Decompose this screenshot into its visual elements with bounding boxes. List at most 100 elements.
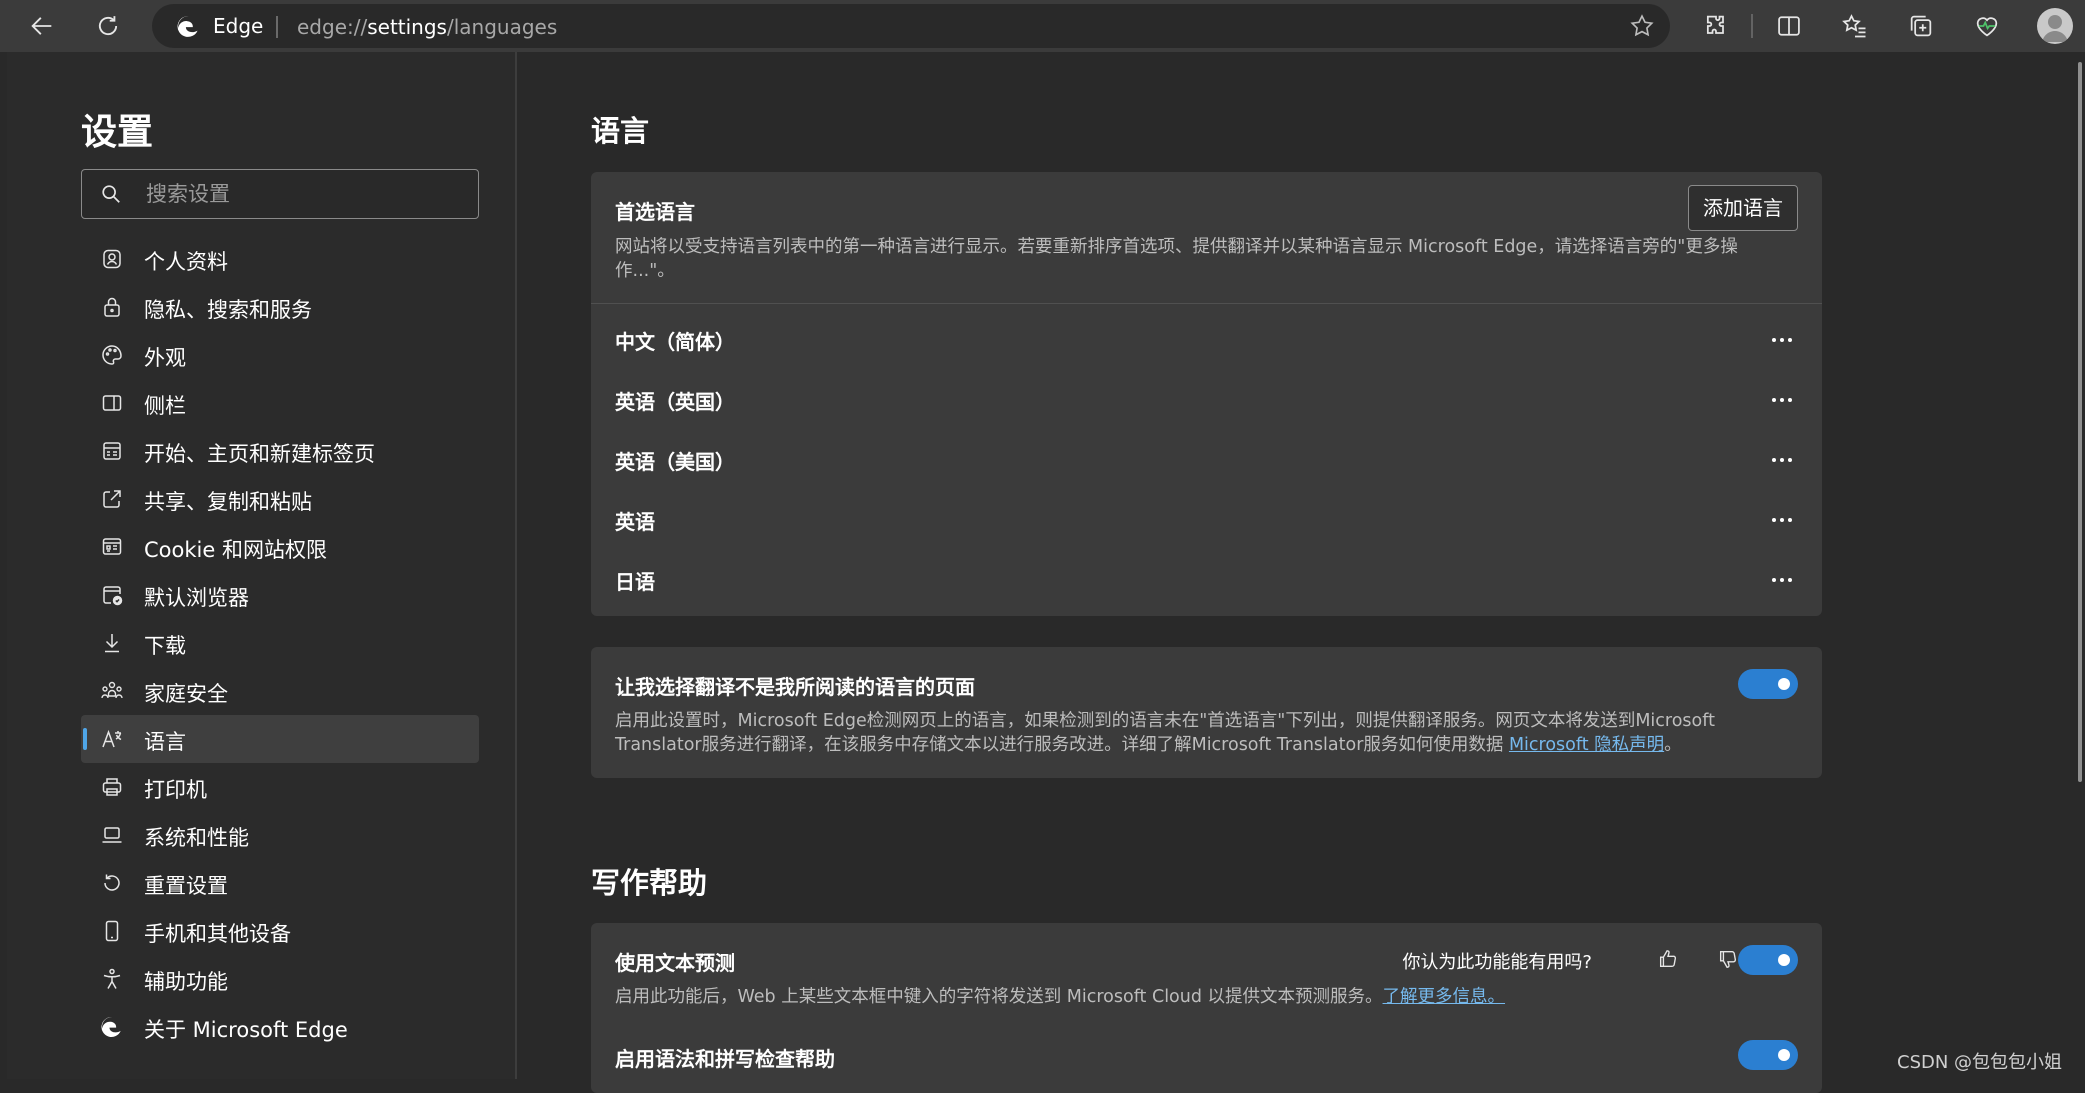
refresh-button[interactable] <box>88 6 128 46</box>
more-actions-button[interactable] <box>1766 564 1798 596</box>
language-row: 中文（简体） <box>591 310 1822 370</box>
language-name: 英语 <box>615 510 655 534</box>
sidebar-item-cookies[interactable]: Cookie 和网站权限 <box>81 523 479 571</box>
favorites-button[interactable] <box>1835 6 1875 46</box>
back-arrow-icon <box>31 17 52 35</box>
address-separator <box>276 16 278 38</box>
sidebar-item-label: 共享、复制和粘贴 <box>144 490 312 514</box>
extensions-button[interactable] <box>1696 6 1736 46</box>
sidebar-item-label: 语言 <box>144 730 186 754</box>
writing-section-title: 写作帮助 <box>591 866 708 900</box>
sidebar-item-printers[interactable]: 打印机 <box>81 763 479 811</box>
text-prediction-description-text: 启用此功能后，Web 上某些文本框中键入的字符将发送到 Microsoft Cl… <box>615 987 1383 1007</box>
grammar-spell-check-toggle[interactable] <box>1738 1040 1798 1070</box>
address-bar[interactable]: Edge edge://settings/languages <box>152 4 1670 48</box>
language-name: 日语 <box>615 570 655 594</box>
sidebar-item-label: 家庭安全 <box>144 682 228 706</box>
favorite-button[interactable] <box>1622 6 1662 46</box>
sidebar-item-label: 关于 Microsoft Edge <box>144 1018 348 1042</box>
sidebar-item-accessibility[interactable]: 辅助功能 <box>81 955 479 1003</box>
grammar-spell-check-title: 启用语法和拼写检查帮助 <box>615 1047 835 1071</box>
add-language-button[interactable]: 添加语言 <box>1688 185 1798 231</box>
sidebar-item-appearance[interactable]: 外观 <box>81 331 479 379</box>
heartbeat-icon <box>1976 17 1998 37</box>
sidebar-item-label: 开始、主页和新建标签页 <box>144 442 375 466</box>
share-icon <box>103 490 121 508</box>
sidebar-item-label: 系统和性能 <box>144 826 249 850</box>
lock-icon <box>104 297 120 317</box>
more-actions-button[interactable] <box>1766 504 1798 536</box>
split-screen-button[interactable] <box>1769 6 1809 46</box>
more-actions-button[interactable] <box>1766 384 1798 416</box>
sidebar-item-reset[interactable]: 重置设置 <box>81 859 479 907</box>
search-icon <box>102 185 120 203</box>
reset-icon <box>104 874 120 891</box>
star-icon <box>1630 14 1654 37</box>
more-dots-icon <box>1772 458 1792 462</box>
sidebar-item-downloads[interactable]: 下载 <box>81 619 479 667</box>
sidebar-item-share[interactable]: 共享、复制和粘贴 <box>81 475 479 523</box>
collections-button[interactable] <box>1901 6 1941 46</box>
sidebar-item-label: 外观 <box>144 346 186 370</box>
sidebar-item-sidebar[interactable]: 侧栏 <box>81 379 479 427</box>
url-text[interactable]: edge://settings/languages <box>297 15 557 39</box>
card-divider <box>591 303 1822 304</box>
writing-assistance-card: 使用文本预测 你认为此功能能有用吗? 启用此功能后，Web 上某些文本框中键入的… <box>591 923 1822 1093</box>
sidebar-item-label: 隐私、搜索和服务 <box>144 298 312 322</box>
palette-icon <box>102 345 122 365</box>
learn-more-link[interactable]: 了解更多信息。 <box>1383 987 1506 1007</box>
site-identity[interactable]: Edge <box>213 14 263 38</box>
url-path: /languages <box>446 15 558 39</box>
text-prediction-description: 启用此功能后，Web 上某些文本框中键入的字符将发送到 Microsoft Cl… <box>615 985 1780 1009</box>
text-prediction-title: 使用文本预测 <box>615 951 735 975</box>
privacy-statement-link[interactable]: Microsoft 隐私声明 <box>1509 735 1664 755</box>
more-dots-icon <box>1772 518 1792 522</box>
profile-icon <box>103 249 121 269</box>
more-actions-button[interactable] <box>1766 324 1798 356</box>
accessibility-icon <box>103 968 121 989</box>
translate-description-suffix: 。 <box>1664 735 1682 755</box>
browser-toolbar: Edge edge://settings/languages <box>0 0 2085 52</box>
profile-avatar[interactable] <box>2037 8 2073 44</box>
feedback-question: 你认为此功能能有用吗? <box>1402 952 1592 973</box>
text-prediction-toggle[interactable] <box>1738 945 1798 975</box>
translate-toggle[interactable] <box>1738 669 1798 699</box>
preferred-languages-title: 首选语言 <box>615 200 695 224</box>
sidebar-item-start-home[interactable]: 开始、主页和新建标签页 <box>81 427 479 475</box>
sidebar-item-default-browser[interactable]: 默认浏览器 <box>81 571 479 619</box>
language-row: 英语（英国） <box>591 370 1822 430</box>
page-scrollbar[interactable] <box>2078 62 2082 782</box>
sidebar-item-languages[interactable]: 语言 <box>81 715 479 763</box>
back-button[interactable] <box>22 6 62 46</box>
sidebar-item-label: 侧栏 <box>144 394 186 418</box>
home-page-icon <box>103 442 121 460</box>
printer-icon <box>102 778 122 796</box>
sidebar-item-family[interactable]: 家庭安全 <box>81 667 479 715</box>
settings-nav: 个人资料 隐私、搜索和服务 外观 侧栏 开始、主页和新建标签页 共享、复制和粘贴… <box>81 235 479 1051</box>
user-silhouette-icon <box>2042 15 2068 42</box>
url-prefix: edge:// <box>297 15 368 39</box>
phone-icon <box>105 920 119 942</box>
browser-essentials-button[interactable] <box>1967 6 2007 46</box>
more-dots-icon <box>1772 398 1792 402</box>
sidebar-item-privacy[interactable]: 隐私、搜索和服务 <box>81 283 479 331</box>
sidebar-item-phone[interactable]: 手机和其他设备 <box>81 907 479 955</box>
language-name: 中文（简体） <box>615 330 735 354</box>
language-row: 日语 <box>591 550 1822 610</box>
language-row: 英语（美国） <box>591 430 1822 490</box>
thumbs-up-button[interactable] <box>1652 943 1684 975</box>
sidebar-item-system[interactable]: 系统和性能 <box>81 811 479 859</box>
download-icon <box>105 634 119 653</box>
sidebar-item-about[interactable]: 关于 Microsoft Edge <box>81 1003 479 1051</box>
thumbs-up-icon <box>1659 950 1677 968</box>
sidebar-item-label: 默认浏览器 <box>144 586 249 610</box>
translate-card: 让我选择翻译不是我所阅读的语言的页面 启用此设置时，Microsoft Edge… <box>591 647 1822 778</box>
language-icon <box>102 729 122 748</box>
settings-title: 设置 <box>81 112 154 153</box>
default-browser-icon <box>103 586 123 606</box>
sidebar-item-profile[interactable]: 个人资料 <box>81 235 479 283</box>
search-settings-box[interactable] <box>81 169 479 219</box>
preferred-languages-description: 网站将以受支持语言列表中的第一种语言进行显示。若要重新排序首选项、提供翻译并以某… <box>615 237 1738 281</box>
more-actions-button[interactable] <box>1766 444 1798 476</box>
search-input[interactable] <box>146 170 466 218</box>
